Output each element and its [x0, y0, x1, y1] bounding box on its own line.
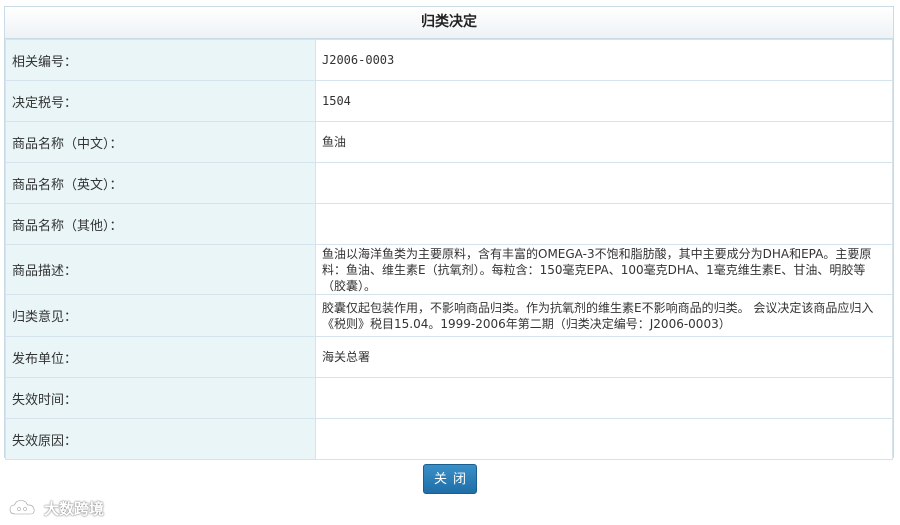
cloud-logo-icon: [8, 498, 38, 518]
table-row: 相关编号： J2006-0003: [5, 39, 893, 81]
row-label-publisher: 发布单位：: [5, 336, 316, 378]
watermark: 大数跨境: [8, 497, 104, 519]
table-row: 商品描述： 鱼油以海洋鱼类为主要原料，含有丰富的OMEGA-3不饱和脂肪酸，其中…: [5, 244, 893, 295]
table-row: 失效时间：: [5, 377, 893, 419]
table-row: 决定税号： 1504: [5, 80, 893, 122]
row-value-opinion: 胶囊仅起包装作用，不影响商品归类。作为抗氧剂的维生素E不影响商品的归类。 会议决…: [315, 294, 893, 337]
table-row: 商品名称（其他）：: [5, 203, 893, 245]
row-label-name-english: 商品名称（英文）：: [5, 162, 316, 204]
row-value-tariff-code: 1504: [315, 80, 893, 122]
row-label-related-number: 相关编号：: [5, 39, 316, 81]
table-row: 商品名称（中文）： 鱼油: [5, 121, 893, 163]
row-label-expiry-reason: 失效原因：: [5, 418, 316, 460]
row-value-name-other: [315, 203, 893, 245]
row-label-expiry-time: 失效时间：: [5, 377, 316, 419]
row-value-name-english: [315, 162, 893, 204]
close-button[interactable]: 关闭: [423, 464, 477, 494]
classification-decision-panel: 归类决定 相关编号： J2006-0003 决定税号： 1504 商品名称（中文…: [4, 6, 894, 460]
watermark-text: 大数跨境: [44, 499, 105, 518]
decision-details-table: 相关编号： J2006-0003 决定税号： 1504 商品名称（中文）： 鱼油…: [5, 39, 893, 460]
table-row: 发布单位： 海关总署: [5, 336, 893, 378]
button-bar: 关闭: [0, 464, 900, 494]
table-row: 商品名称（英文）：: [5, 162, 893, 204]
row-label-opinion: 归类意见：: [5, 294, 316, 337]
row-label-name-other: 商品名称（其他）：: [5, 203, 316, 245]
row-value-name-chinese: 鱼油: [315, 121, 893, 163]
row-value-publisher: 海关总署: [315, 336, 893, 378]
row-value-expiry-time: [315, 377, 893, 419]
row-value-expiry-reason: [315, 418, 893, 460]
row-value-description: 鱼油以海洋鱼类为主要原料，含有丰富的OMEGA-3不饱和脂肪酸，其中主要成分为D…: [315, 244, 893, 295]
row-label-name-chinese: 商品名称（中文）：: [5, 121, 316, 163]
table-row: 失效原因：: [5, 418, 893, 460]
table-row: 归类意见： 胶囊仅起包装作用，不影响商品归类。作为抗氧剂的维生素E不影响商品的归…: [5, 294, 893, 337]
row-label-tariff-code: 决定税号：: [5, 80, 316, 122]
row-label-description: 商品描述：: [5, 244, 316, 295]
row-value-related-number: J2006-0003: [315, 39, 893, 81]
panel-title: 归类决定: [5, 7, 893, 39]
